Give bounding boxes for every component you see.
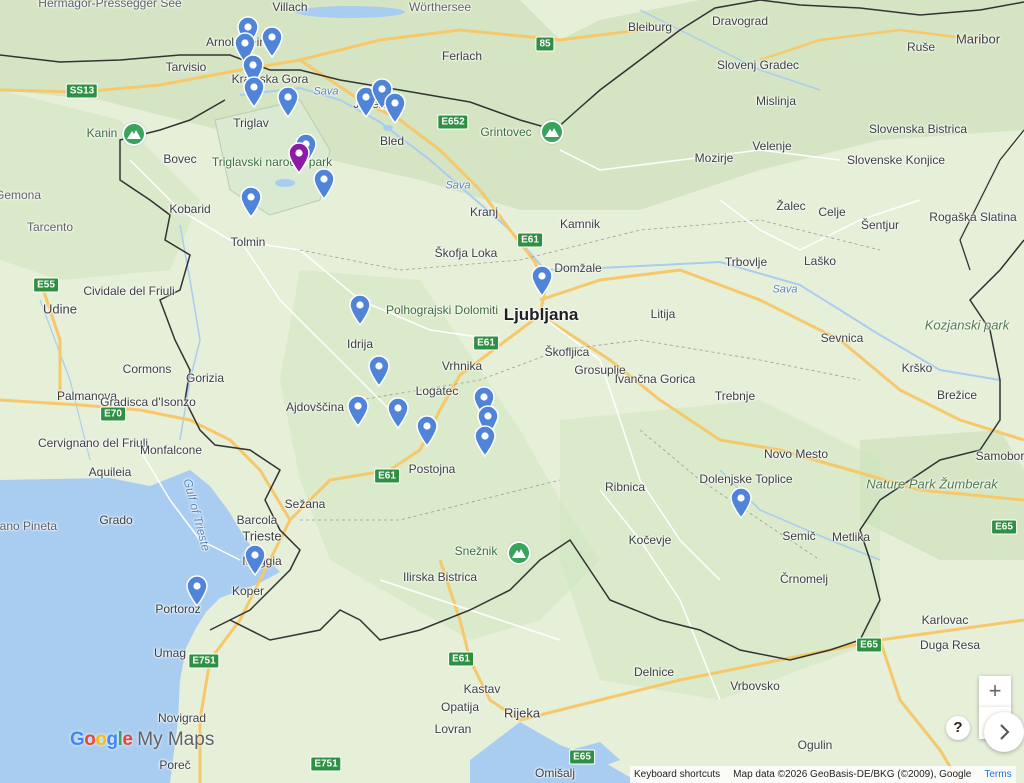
map-pin-icon[interactable]: [367, 355, 391, 388]
map-pin-icon[interactable]: [383, 92, 407, 125]
map-pin-icon[interactable]: [242, 76, 266, 109]
map-pin-icon[interactable]: [346, 395, 370, 428]
map-pin-icon[interactable]: [312, 168, 336, 201]
expand-panel-button[interactable]: [984, 712, 1024, 752]
help-button[interactable]: ?: [946, 716, 970, 740]
my-maps-wordmark: My Maps: [137, 729, 215, 750]
chevron-right-icon: [1000, 724, 1010, 740]
selected-map-pin-icon[interactable]: [287, 142, 311, 175]
map-pin-icon[interactable]: [530, 265, 554, 298]
map-pin-icon[interactable]: [729, 487, 753, 520]
map-footer: Keyboard shortcuts Map data ©2026 GeoBas…: [630, 766, 1016, 783]
keyboard-shortcuts-link[interactable]: Keyboard shortcuts: [634, 769, 720, 780]
map-pin-icon[interactable]: [276, 86, 300, 119]
map-pin-icon[interactable]: [185, 575, 209, 608]
zoom-in-button[interactable]: +: [979, 676, 1011, 708]
worthersee-lake: [295, 6, 405, 18]
kocevje-forest: [560, 400, 880, 700]
map-pin-icon[interactable]: [473, 425, 497, 458]
google-wordmark: Google: [70, 729, 133, 750]
map-pin-icon[interactable]: [415, 415, 439, 448]
map-pin-icon[interactable]: [239, 186, 263, 219]
google-my-maps-logo: Google My Maps: [70, 729, 214, 751]
lake-bohinj: [275, 179, 295, 187]
map-pin-icon[interactable]: [243, 544, 267, 577]
map-data-attribution: Map data ©2026 GeoBasis-DE/BKG (©2009), …: [733, 769, 972, 780]
map-pin-icon[interactable]: [348, 294, 372, 327]
terms-link[interactable]: Terms: [984, 769, 1011, 780]
map-pin-icon[interactable]: [386, 397, 410, 430]
map-canvas[interactable]: [0, 0, 1024, 783]
